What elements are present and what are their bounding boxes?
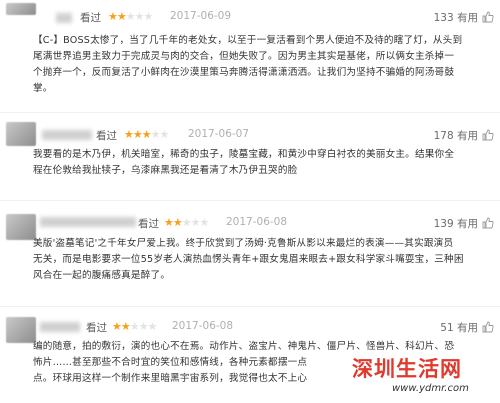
star-icon: ★★★ — [124, 128, 152, 141]
review-item: 看过 ★★★★★ 2017-06-09 133 有用 【C-】BOSS太惨了，当… — [0, 0, 500, 94]
review-text: 【C-】BOSS太惨了，当了几千年的老处女，以至于一复活看到个男人便迫不及待的瞎… — [33, 35, 463, 94]
avatar[interactable] — [6, 3, 36, 15]
review-date: 2017-06-09 — [170, 10, 232, 22]
watched-label: 看过 — [80, 12, 101, 24]
rating-stars: ★★★★★ — [108, 10, 154, 23]
star-empty-icon: ★★★ — [181, 216, 210, 229]
star-empty-icon: ★★★ — [125, 10, 154, 23]
divider — [0, 306, 500, 307]
divider — [0, 200, 500, 201]
username-redacted — [40, 217, 136, 227]
avatar[interactable] — [6, 122, 36, 146]
divider — [0, 112, 500, 113]
review-date: 2017-06-07 — [188, 128, 250, 140]
rating-stars: ★★★★★ — [112, 320, 158, 333]
review-text: 我要看的是木乃伊，机关暗室，稀奇的虫子，陵墓宝藏，和黄沙中穿白衬衣的美丽女主。结… — [33, 149, 455, 176]
watched-label: 看过 — [96, 130, 117, 142]
thumbs-up-icon[interactable] — [482, 321, 494, 333]
watched-label: 看过 — [138, 218, 159, 230]
review-item: 看过 ★★★★★ 2017-06-08 139 有用 美版'盗墓笔记'之千年女尸… — [0, 208, 500, 303]
useful-count[interactable]: 133 有用 — [434, 10, 478, 25]
star-icon: ★★ — [108, 10, 127, 23]
site-watermark: 深圳生活网 www.ydmr.com — [350, 353, 498, 401]
watermark-url: www.ydmr.com — [392, 383, 469, 394]
star-empty-icon: ★★★ — [129, 320, 158, 333]
username-redacted — [56, 13, 72, 23]
avatar[interactable] — [6, 214, 36, 240]
review-date: 2017-06-08 — [226, 216, 288, 228]
thumbs-up-icon[interactable] — [482, 217, 494, 229]
thumbs-up-icon[interactable] — [482, 11, 494, 23]
star-empty-icon: ★★ — [150, 128, 170, 141]
username-redacted — [40, 322, 80, 332]
watched-label: 看过 — [86, 322, 107, 334]
star-icon: ★★ — [112, 320, 131, 333]
rating-stars: ★★★★★ — [124, 128, 170, 141]
watermark-title: 深圳生活网 — [352, 357, 462, 381]
rating-stars: ★★★★★ — [164, 216, 210, 229]
review-date: 2017-06-08 — [172, 320, 234, 332]
useful-count[interactable]: 178 有用 — [434, 128, 478, 143]
useful-count[interactable]: 51 有用 — [440, 320, 478, 335]
review-text: 美版'盗墓笔记'之千年女尸爱上我。终于欣赏到了汤姆·克鲁斯从影以来最烂的表演——… — [33, 238, 464, 281]
username-redacted — [42, 130, 92, 140]
useful-count[interactable]: 139 有用 — [434, 216, 478, 231]
star-icon: ★★ — [164, 216, 183, 229]
thumbs-up-icon[interactable] — [482, 129, 494, 141]
avatar[interactable] — [6, 317, 36, 343]
review-item: 看过 ★★★★★ 2017-06-07 178 有用 我要看的是木乃伊，机关暗室… — [0, 118, 500, 198]
